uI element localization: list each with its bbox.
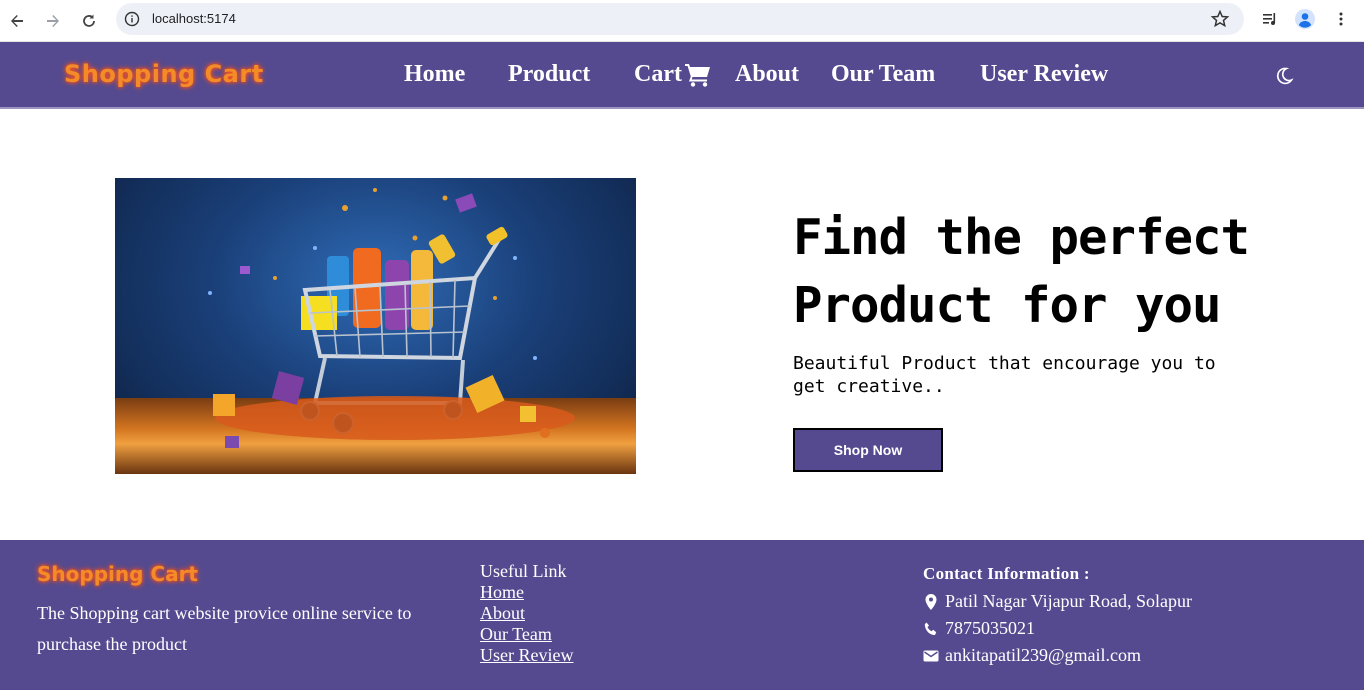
url-text[interactable]: localhost:5174 — [152, 11, 236, 26]
nav-our-team[interactable]: Our Team — [831, 61, 935, 88]
footer-link-user-review[interactable]: User Review — [480, 645, 573, 666]
email-icon — [923, 650, 939, 661]
phone-icon — [924, 622, 937, 635]
media-control-icon[interactable] — [1259, 8, 1281, 30]
hero-title-line-1: Find the perfect — [793, 209, 1250, 266]
shopping-cart-illustration — [208, 188, 575, 448]
brand-logo[interactable]: Shopping Cart — [64, 60, 264, 88]
footer-link-home[interactable]: Home — [480, 582, 573, 603]
site-navbar: Shopping Cart Home Product Cart About Ou… — [0, 42, 1364, 109]
contact-phone-text: 7875035021 — [945, 618, 1035, 638]
nav-user-review[interactable]: User Review — [980, 61, 1108, 88]
contact-phone: 7875035021 — [923, 615, 1192, 642]
contact-address: Patil Nagar Vijapur Road, Solapur — [923, 588, 1192, 615]
moon-icon[interactable] — [1274, 66, 1294, 86]
contact-email-text: ankitapatil239@gmail.com — [945, 645, 1142, 665]
bookmark-star-icon[interactable] — [1210, 9, 1230, 29]
contact-title: Contact Information : — [923, 564, 1090, 583]
hero-subtitle: Beautiful Product that encourage you to … — [793, 353, 1216, 397]
forward-icon[interactable] — [40, 8, 66, 34]
footer-link-about[interactable]: About — [480, 603, 573, 624]
site-footer: Shopping Cart The Shopping cart website … — [0, 540, 1364, 690]
footer-link-our-team[interactable]: Our Team — [480, 624, 573, 645]
footer-useful-links: Useful Link Home About Our Team User Rev… — [480, 561, 573, 666]
reload-icon[interactable] — [76, 8, 102, 34]
nav-home[interactable]: Home — [404, 61, 465, 88]
nav-about[interactable]: About — [735, 61, 799, 88]
back-icon[interactable] — [4, 8, 30, 34]
contact-email: ankitapatil239@gmail.com — [923, 642, 1192, 669]
nav-product[interactable]: Product — [508, 61, 590, 88]
footer-links-title: Useful Link — [480, 561, 567, 581]
site-info-icon[interactable] — [124, 11, 140, 27]
cart-icon[interactable] — [684, 62, 712, 88]
profile-avatar-icon[interactable] — [1294, 8, 1316, 30]
footer-description: The Shopping cart website provice online… — [37, 603, 412, 654]
location-pin-icon — [925, 593, 937, 610]
browser-toolbar: localhost:5174 — [0, 0, 1364, 42]
contact-address-text: Patil Nagar Vijapur Road, Solapur — [945, 591, 1193, 611]
address-bar[interactable]: localhost:5174 — [116, 3, 1244, 35]
shop-now-button[interactable]: Shop Now — [793, 428, 943, 472]
browser-menu-icon[interactable] — [1330, 8, 1352, 30]
footer-contact: Contact Information : Patil Nagar Vijapu… — [923, 564, 1192, 669]
hero-title: Find the perfect Product for you — [793, 204, 1263, 340]
nav-cart[interactable]: Cart — [634, 61, 682, 88]
hero-image — [115, 178, 636, 474]
hero-title-line-2: Product for you — [793, 277, 1222, 334]
footer-brand: Shopping Cart — [37, 562, 198, 586]
